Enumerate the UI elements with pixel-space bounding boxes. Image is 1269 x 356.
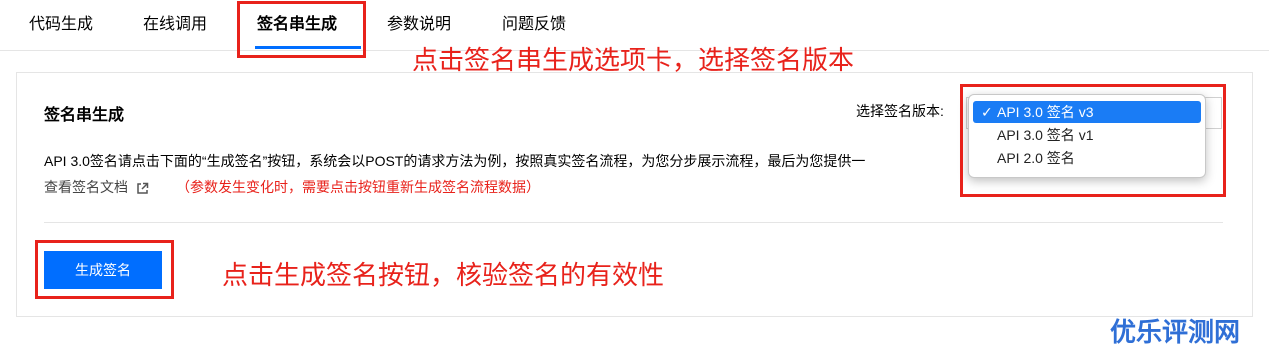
version-label: 选择签名版本: [856, 103, 944, 119]
divider [44, 222, 1223, 223]
regenerate-note: （参数发生变化时，需要点击按钮重新生成签名流程数据） [176, 179, 540, 195]
tab-feedback[interactable]: 问题反馈 [502, 10, 566, 34]
description-text: API 3.0签名请点击下面的“生成签名”按钮，系统会以POST的请求方法为例，… [44, 153, 866, 169]
section-title: 签名串生成 [44, 107, 125, 124]
tab-code-gen[interactable]: 代码生成 [29, 10, 93, 34]
dropdown-highlight-box [960, 84, 1226, 197]
signature-doc-link[interactable]: 查看签名文档 [44, 177, 149, 197]
button-highlight-box [35, 240, 174, 299]
button-annotation: 点击生成签名按钮，核验签名的有效性 [222, 261, 665, 291]
external-link-icon [137, 182, 149, 194]
tab-online-call[interactable]: 在线调用 [143, 10, 207, 34]
watermark: 优乐评测网 [1110, 318, 1241, 348]
tab-params[interactable]: 参数说明 [387, 10, 451, 34]
tab-highlight-box [237, 1, 366, 58]
doc-link-label: 查看签名文档 [44, 179, 128, 195]
